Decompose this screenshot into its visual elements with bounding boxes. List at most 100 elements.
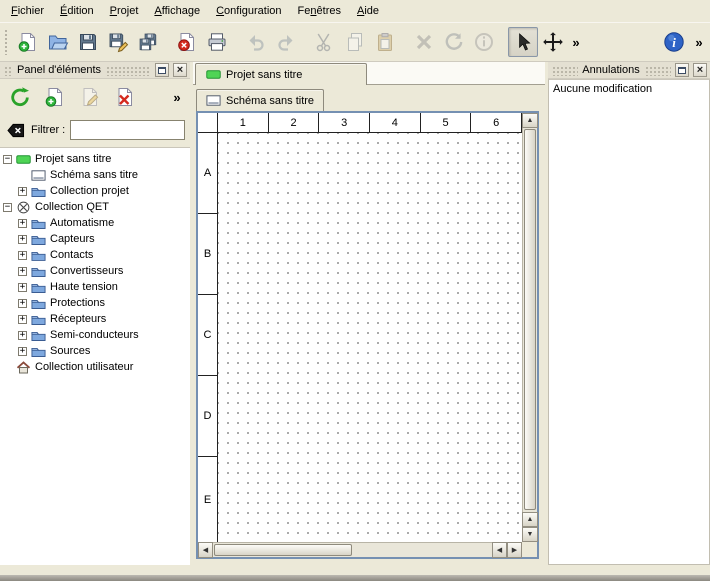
scroll-up-button-bottom[interactable] bbox=[522, 512, 538, 527]
project-tabbar: Projet sans titre bbox=[193, 62, 545, 85]
horizontal-scroll-thumb[interactable] bbox=[214, 544, 352, 556]
delete-element-button[interactable] bbox=[110, 82, 140, 112]
cut-icon bbox=[314, 31, 336, 53]
dock-grip bbox=[3, 65, 13, 76]
vertical-scrollbar[interactable] bbox=[522, 113, 537, 542]
scroll-down-button[interactable] bbox=[522, 527, 538, 542]
scroll-left-button[interactable] bbox=[198, 542, 213, 558]
tree-item-recepteurs[interactable]: + Récepteurs bbox=[0, 311, 190, 327]
pan-mode-button[interactable] bbox=[538, 27, 568, 57]
main-toolbar: » i» bbox=[0, 22, 710, 62]
expand-icon[interactable]: + bbox=[18, 315, 27, 324]
tree-item-contacts[interactable]: +Contacts bbox=[0, 247, 190, 263]
scroll-up-button[interactable] bbox=[522, 113, 538, 128]
menu-affichage[interactable]: Affichage bbox=[146, 0, 208, 22]
open-button[interactable] bbox=[43, 27, 73, 57]
tree-item-sources[interactable]: +Sources bbox=[0, 343, 190, 359]
menu-fenetres[interactable]: Fenêtres bbox=[290, 0, 349, 22]
save-as-icon bbox=[107, 31, 129, 53]
save-all-button[interactable] bbox=[133, 27, 163, 57]
tree-item-label: Haute tension bbox=[50, 281, 118, 293]
tree-item-schema-sans-titre[interactable]: Schéma sans titre bbox=[0, 167, 190, 183]
dock-float-button[interactable] bbox=[675, 63, 689, 77]
tree-item-collection-projet[interactable]: +Collection projet bbox=[0, 183, 190, 199]
scroll-left-button-right[interactable] bbox=[492, 542, 507, 558]
save-button[interactable] bbox=[73, 27, 103, 57]
undo-dock-titlebar[interactable]: Annulations bbox=[548, 62, 710, 79]
close-file-button[interactable] bbox=[172, 27, 202, 57]
tree-item-collection-qet[interactable]: −Collection QET bbox=[0, 199, 190, 215]
tab-schema-sans-titre[interactable]: Schéma sans titre bbox=[196, 89, 324, 111]
open-folder-icon bbox=[47, 31, 69, 53]
toolbar-drag-handle[interactable] bbox=[4, 29, 9, 55]
cut-button bbox=[310, 27, 340, 57]
elements-panel-titlebar[interactable]: Panel d'éléments bbox=[0, 62, 190, 79]
menu-fichier[interactable]: Fichier bbox=[3, 0, 52, 22]
menu-aide[interactable]: Aide bbox=[349, 0, 387, 22]
folder-icon bbox=[31, 281, 46, 294]
folder-icon bbox=[31, 249, 46, 262]
expand-icon[interactable]: + bbox=[18, 219, 27, 228]
row-header-label: A bbox=[204, 167, 211, 179]
tree-item-protections[interactable]: +Protections bbox=[0, 295, 190, 311]
dock-close-button[interactable] bbox=[173, 63, 187, 77]
tree-item-collection-utilisateur[interactable]: Collection utilisateur bbox=[0, 359, 190, 375]
scroll-right-button[interactable] bbox=[507, 542, 522, 558]
tree-item-label: Automatisme bbox=[50, 217, 114, 229]
expand-icon[interactable]: + bbox=[18, 235, 27, 244]
tree-item-convertisseurs[interactable]: +Convertisseurs bbox=[0, 263, 190, 279]
tree-item-capteurs[interactable]: +Capteurs bbox=[0, 231, 190, 247]
expand-icon[interactable]: + bbox=[18, 331, 27, 340]
expand-icon[interactable]: + bbox=[18, 347, 27, 356]
new-document-icon bbox=[17, 31, 39, 53]
tree-item-semi-conducteurs[interactable]: +Semi-conducteurs bbox=[0, 327, 190, 343]
tree-item-label: Projet sans titre bbox=[35, 153, 111, 165]
diagram-view[interactable]: 123456 ABCDE bbox=[196, 111, 539, 559]
elements-panel-title: Panel d'éléments bbox=[17, 64, 101, 76]
menu-configuration[interactable]: Configuration bbox=[208, 0, 289, 22]
select-mode-button[interactable] bbox=[508, 27, 538, 57]
toolbar-overflow-button[interactable]: » bbox=[568, 27, 584, 57]
row-header-E: E bbox=[198, 457, 217, 542]
elements-panel-dock: Panel d'éléments » Filtrer : −Projet san… bbox=[0, 62, 190, 565]
collapse-icon[interactable]: − bbox=[3, 203, 12, 212]
filter-input[interactable] bbox=[70, 120, 185, 140]
element-info-button bbox=[469, 27, 499, 57]
panel-overflow-button[interactable]: » bbox=[169, 82, 185, 112]
column-header-6: 6 bbox=[471, 113, 522, 132]
tree-item-haute-tension[interactable]: + Haute tension bbox=[0, 279, 190, 295]
project-icon bbox=[16, 153, 31, 166]
tree-item-projet-sans-titre[interactable]: − Projet sans titre bbox=[0, 151, 190, 167]
folder-icon bbox=[31, 345, 46, 358]
expand-icon[interactable]: + bbox=[18, 267, 27, 276]
tree-item-automatisme[interactable]: + Automatisme bbox=[0, 215, 190, 231]
clear-filter-button[interactable] bbox=[5, 120, 26, 140]
menu-edition[interactable]: Édition bbox=[52, 0, 102, 22]
toolbar-overflow-right-button[interactable]: » bbox=[691, 27, 707, 57]
qet-icon bbox=[16, 201, 31, 214]
diagram-canvas[interactable]: 123456 ABCDE bbox=[198, 113, 522, 542]
expand-icon[interactable]: + bbox=[18, 299, 27, 308]
print-button[interactable] bbox=[202, 27, 232, 57]
tab-projet-sans-titre[interactable]: Projet sans titre bbox=[195, 63, 367, 85]
column-header-label: 5 bbox=[442, 117, 448, 129]
dock-float-button[interactable] bbox=[155, 63, 169, 77]
reload-collections-button[interactable] bbox=[5, 82, 35, 112]
new-element-button[interactable] bbox=[40, 82, 70, 112]
collapse-icon[interactable]: − bbox=[3, 155, 12, 164]
new-button[interactable] bbox=[13, 27, 43, 57]
expand-icon[interactable]: + bbox=[18, 251, 27, 260]
vertical-scroll-thumb[interactable] bbox=[524, 129, 536, 510]
overflow-icon: » bbox=[166, 86, 188, 108]
tree-item-label: Récepteurs bbox=[50, 313, 106, 325]
expand-icon[interactable]: + bbox=[18, 187, 27, 196]
dock-grip bbox=[105, 65, 151, 76]
horizontal-scrollbar[interactable] bbox=[198, 542, 522, 557]
menu-projet[interactable]: Projet bbox=[102, 0, 147, 22]
undo-history-list[interactable]: Aucune modification bbox=[548, 79, 710, 565]
dock-close-button[interactable] bbox=[693, 63, 707, 77]
save-as-button[interactable] bbox=[103, 27, 133, 57]
about-button[interactable]: i bbox=[659, 27, 689, 57]
expand-icon[interactable]: + bbox=[18, 283, 27, 292]
undo-list-item[interactable]: Aucune modification bbox=[549, 80, 709, 98]
